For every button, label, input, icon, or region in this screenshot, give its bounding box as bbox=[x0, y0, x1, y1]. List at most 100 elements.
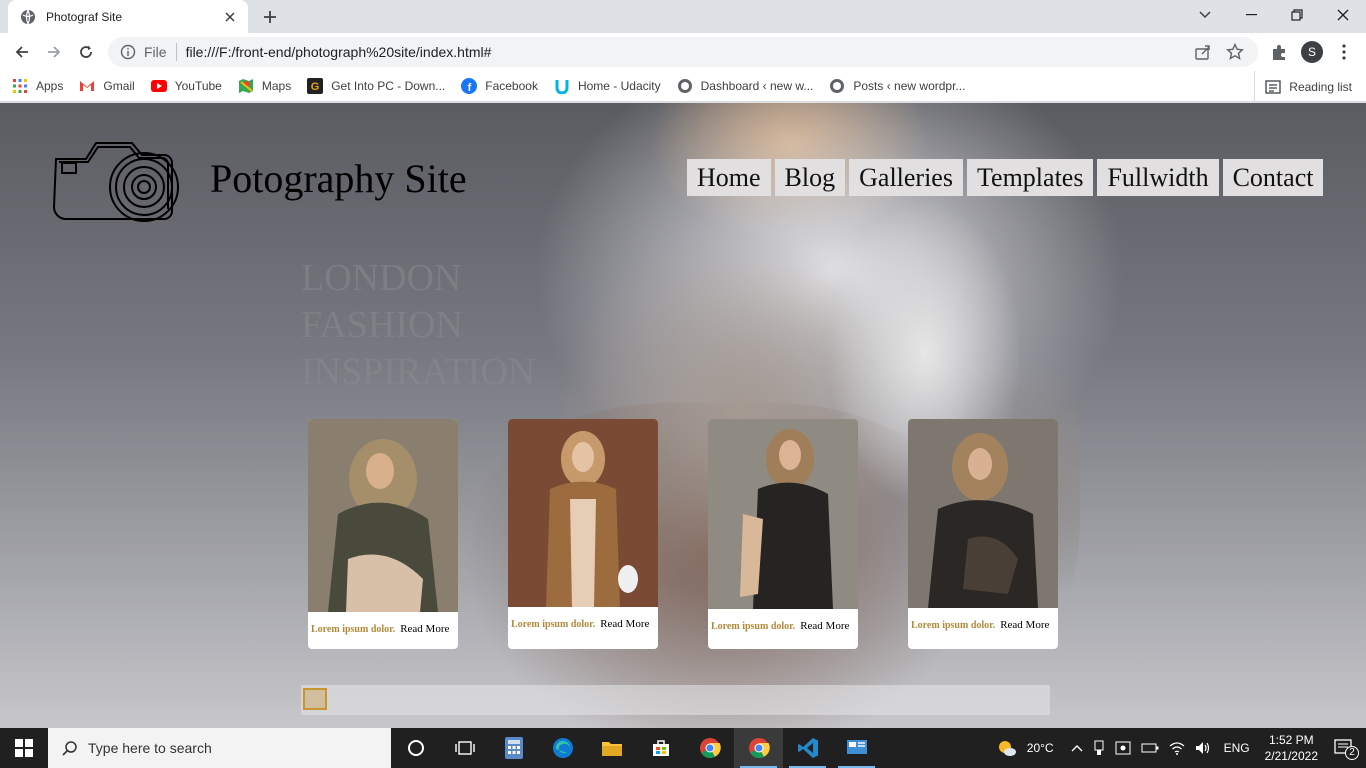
bookmark-star-icon[interactable] bbox=[1226, 43, 1244, 61]
bookmark-facebook[interactable]: f Facebook bbox=[461, 78, 538, 94]
headline-line: LONDON bbox=[301, 257, 462, 299]
task-view-icon[interactable] bbox=[440, 728, 489, 768]
share-icon[interactable] bbox=[1194, 43, 1212, 61]
reading-list-label: Reading list bbox=[1289, 79, 1352, 94]
gallery-card[interactable]: Lorem ipsum dolor. Read More bbox=[508, 419, 658, 649]
menu-kebab-icon[interactable] bbox=[1332, 40, 1356, 64]
main-nav: Home Blog Galleries Templates Fullwidth … bbox=[687, 159, 1324, 196]
back-button[interactable] bbox=[8, 38, 36, 66]
bookmark-apps[interactable]: Apps bbox=[12, 78, 63, 94]
bookmark-posts[interactable]: Posts ‹ new wordpr... bbox=[829, 78, 965, 94]
windows-start-button[interactable] bbox=[0, 728, 48, 768]
nav-blog[interactable]: Blog bbox=[774, 159, 846, 196]
store-icon[interactable] bbox=[636, 728, 685, 768]
nav-home[interactable]: Home bbox=[687, 159, 771, 196]
chrome-active-icon[interactable] bbox=[734, 728, 783, 768]
card-title: Lorem ipsum dolor. bbox=[311, 623, 396, 635]
tab-title: Photograf Site bbox=[46, 9, 123, 24]
nav-contact[interactable]: Contact bbox=[1222, 159, 1324, 196]
read-more-link[interactable]: Read More bbox=[600, 618, 649, 630]
bookmark-getintopc[interactable]: G Get Into PC - Down... bbox=[307, 78, 445, 94]
profile-avatar[interactable]: S bbox=[1300, 40, 1324, 64]
bookmarks-bar: Apps Gmail YouTube Maps G Get Into PC - … bbox=[0, 71, 1366, 102]
taskbar-search-box[interactable]: Type here to search bbox=[48, 728, 391, 768]
gallery-card[interactable]: Lorem ipsum dolor. Read More bbox=[708, 419, 858, 649]
edge-icon[interactable] bbox=[538, 728, 587, 768]
read-more-link[interactable]: Read More bbox=[800, 620, 849, 632]
read-more-link[interactable]: Read More bbox=[400, 623, 449, 635]
cortana-icon[interactable] bbox=[391, 728, 440, 768]
minimize-button[interactable] bbox=[1228, 0, 1274, 30]
restore-button[interactable] bbox=[1274, 0, 1320, 30]
volume-icon[interactable] bbox=[1195, 741, 1211, 755]
clock-time: 1:52 PM bbox=[1268, 733, 1314, 747]
bookmark-youtube[interactable]: YouTube bbox=[150, 78, 222, 94]
nav-fullwidth[interactable]: Fullwidth bbox=[1097, 159, 1219, 196]
tab-strip: Photograf Site bbox=[0, 0, 1366, 33]
extensions-icon[interactable] bbox=[1267, 40, 1291, 64]
close-tab-icon[interactable] bbox=[222, 9, 238, 25]
headline-line: INSPIRATION bbox=[301, 351, 536, 393]
address-bar[interactable]: File file:///F:/front-end/photograph%20s… bbox=[108, 37, 1258, 67]
svg-text:G: G bbox=[311, 81, 320, 93]
system-clock[interactable]: 1:52 PM 2/21/2022 bbox=[1265, 732, 1318, 764]
info-icon[interactable] bbox=[120, 44, 136, 60]
bookmark-gmail[interactable]: Gmail bbox=[79, 78, 135, 94]
reload-button[interactable] bbox=[72, 38, 100, 66]
wordpress-icon bbox=[677, 78, 693, 94]
chevron-up-icon[interactable] bbox=[1071, 744, 1083, 752]
page-viewport: Potography Site Home Blog Galleries Temp… bbox=[0, 103, 1366, 728]
read-more-link[interactable]: Read More bbox=[1000, 619, 1049, 631]
globe-icon bbox=[20, 9, 36, 25]
nav-templates[interactable]: Templates bbox=[966, 159, 1094, 196]
gallery-card[interactable]: Lorem ipsum dolor. Read More bbox=[908, 419, 1058, 649]
card-caption: Lorem ipsum dolor. Read More bbox=[508, 614, 658, 634]
notification-count-badge: 2 bbox=[1345, 746, 1359, 760]
bookmark-label: Maps bbox=[261, 79, 292, 93]
bookmark-label: Facebook bbox=[485, 79, 538, 93]
profile-initial: S bbox=[1301, 41, 1323, 63]
nav-galleries[interactable]: Galleries bbox=[849, 159, 963, 196]
chrome-icon[interactable] bbox=[685, 728, 734, 768]
maps-icon bbox=[238, 78, 254, 94]
wifi-icon[interactable] bbox=[1169, 741, 1185, 755]
bookmark-maps[interactable]: Maps bbox=[238, 78, 291, 94]
control-panel-icon[interactable] bbox=[832, 728, 881, 768]
close-window-button[interactable] bbox=[1320, 0, 1366, 30]
forward-button[interactable] bbox=[40, 38, 68, 66]
site-title: Potography Site bbox=[210, 156, 467, 201]
hero-headline: LONDON FASHION INSPIRATION bbox=[301, 255, 535, 396]
card-title: Lorem ipsum dolor. bbox=[711, 620, 796, 632]
file-explorer-icon[interactable] bbox=[587, 728, 636, 768]
battery-icon[interactable] bbox=[1141, 743, 1159, 753]
bookmark-label: Home - Udacity bbox=[577, 79, 661, 93]
url-text[interactable]: file:///F:/front-end/photograph%20site/i… bbox=[186, 44, 1194, 60]
reading-list-icon bbox=[1265, 79, 1281, 95]
tab-search-icon[interactable] bbox=[1182, 0, 1228, 30]
gallery-card[interactable]: Lorem ipsum dolor. Read More bbox=[308, 419, 458, 649]
calculator-icon[interactable] bbox=[489, 728, 538, 768]
new-tab-button[interactable] bbox=[259, 6, 281, 28]
weather-icon[interactable] bbox=[997, 739, 1017, 757]
bookmark-udacity[interactable]: Home - Udacity bbox=[554, 78, 661, 94]
language-indicator[interactable]: ENG bbox=[1224, 741, 1250, 755]
udacity-icon bbox=[554, 78, 570, 94]
apps-grid-icon bbox=[12, 78, 28, 94]
bookmark-label: Apps bbox=[36, 79, 64, 93]
notification-center-icon[interactable]: 2 bbox=[1334, 739, 1359, 760]
bookmark-label: Posts ‹ new wordpr... bbox=[853, 79, 966, 93]
meet-now-icon[interactable] bbox=[1115, 741, 1131, 755]
card-caption: Lorem ipsum dolor. Read More bbox=[708, 616, 858, 636]
bookmark-dashboard[interactable]: Dashboard ‹ new w... bbox=[677, 78, 813, 94]
usb-icon[interactable] bbox=[1093, 740, 1105, 756]
card-photo bbox=[508, 419, 658, 607]
facebook-icon: f bbox=[461, 78, 478, 94]
gmail-icon bbox=[79, 78, 95, 94]
camera-logo-icon[interactable] bbox=[46, 137, 182, 227]
search-icon bbox=[62, 741, 77, 756]
reading-list-button[interactable]: Reading list bbox=[1254, 71, 1352, 102]
vscode-icon[interactable] bbox=[783, 728, 832, 768]
weather-temperature[interactable]: 20°C bbox=[1027, 741, 1054, 755]
browser-tab[interactable]: Photograf Site bbox=[8, 0, 248, 33]
card-title: Lorem ipsum dolor. bbox=[911, 619, 996, 631]
